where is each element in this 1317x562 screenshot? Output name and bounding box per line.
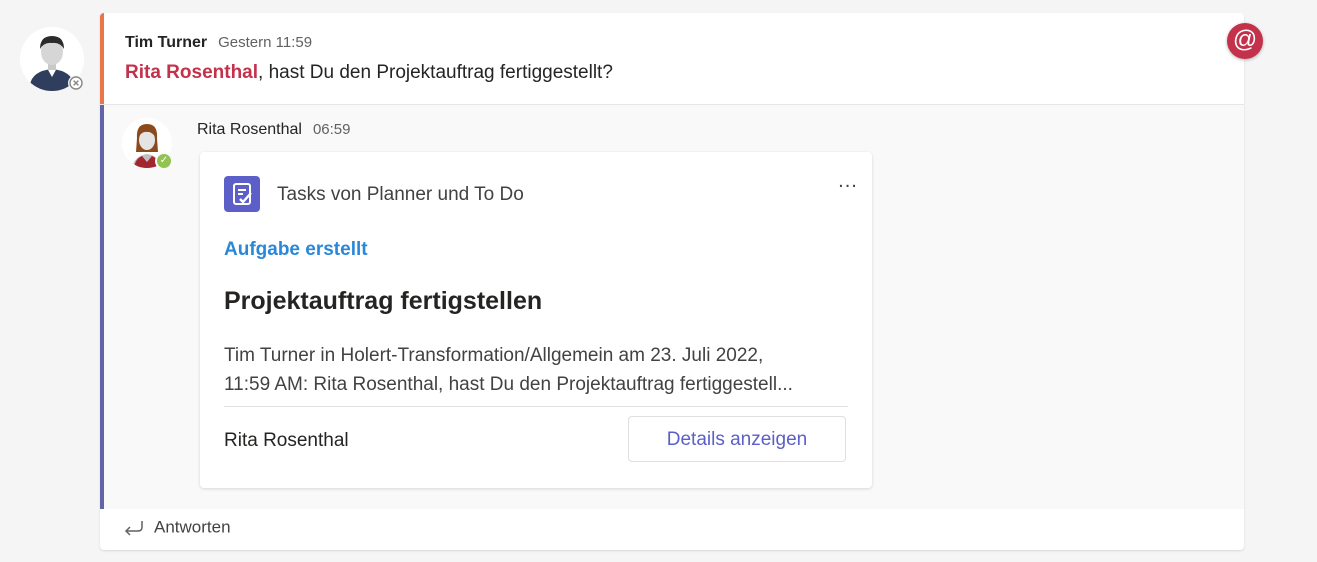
message-timestamp: Gestern 11:59 xyxy=(218,34,313,51)
card-task-title: Projektauftrag fertigstellen xyxy=(224,287,543,315)
card-description-line: 11:59 AM: Rita Rosenthal, hast Du den Pr… xyxy=(224,374,793,395)
reply-button[interactable]: Antworten xyxy=(122,517,231,541)
task-card[interactable]: Tasks von Planner und To Do ... Aufgabe … xyxy=(200,152,872,488)
message-body: Rita Rosenthal, hast Du den Projektauftr… xyxy=(125,62,613,84)
mention-rita-rosenthal[interactable]: Rita Rosenthal xyxy=(125,62,258,83)
details-anzeigen-button[interactable]: Details anzeigen xyxy=(628,416,846,462)
card-description-line: Tim Turner in Holert-Transformation/Allg… xyxy=(224,345,764,366)
reply-author[interactable]: Rita Rosenthal xyxy=(197,121,302,138)
mention-at-icon: @ xyxy=(1227,23,1263,59)
message-author[interactable]: Tim Turner xyxy=(125,34,207,51)
card-description: Tim Turner in Holert-Transformation/Allg… xyxy=(224,341,854,399)
card-status-label: Aufgabe erstellt xyxy=(224,239,368,260)
reply-header: Rita Rosenthal 06:59 xyxy=(197,121,351,139)
reply-section: ✓ Rita Rosenthal 06:59 Tasks von Planner … xyxy=(100,105,1244,509)
presence-available-icon: ✓ xyxy=(155,152,173,170)
planner-tasks-icon xyxy=(224,176,260,212)
reply-arrow-icon xyxy=(124,520,143,536)
more-options-button[interactable]: ... xyxy=(834,171,862,194)
card-divider xyxy=(224,406,848,407)
message-text: , hast Du den Projektauftrag fertiggeste… xyxy=(258,62,613,83)
card-app-name: Tasks von Planner und To Do xyxy=(277,184,524,205)
mention-accent-bar xyxy=(100,13,104,104)
thread-accent-bar xyxy=(100,105,104,509)
message-thread: Tim Turner Gestern 11:59 Rita Rosenthal, … xyxy=(100,13,1244,550)
root-message[interactable]: Tim Turner Gestern 11:59 Rita Rosenthal, … xyxy=(100,13,1244,105)
reply-timestamp: 06:59 xyxy=(312,121,351,138)
reply-button-label: Antworten xyxy=(154,517,231,537)
card-assignee: Rita Rosenthal xyxy=(224,430,349,451)
presence-offline-icon xyxy=(68,75,84,91)
message-header: Tim Turner Gestern 11:59 xyxy=(125,34,312,52)
